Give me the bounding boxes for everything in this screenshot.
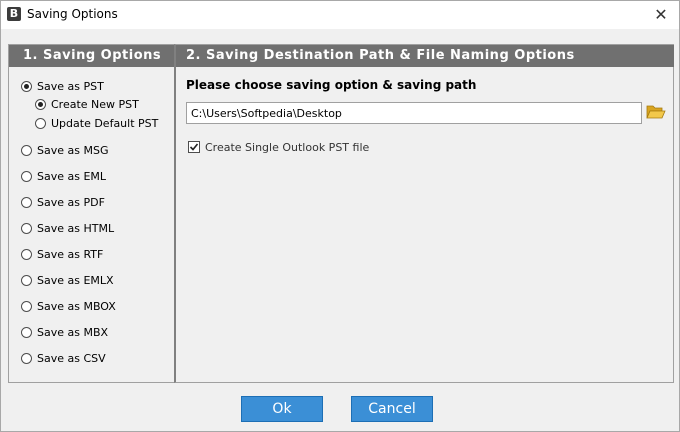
radio-save-as-msg[interactable]: Save as MSG [21,142,108,158]
radio-label: Save as RTF [37,247,104,261]
radio-update-default-pst[interactable]: Update Default PST [35,115,158,131]
radio-indicator[interactable] [21,196,32,208]
radio-indicator[interactable] [35,117,46,129]
cancel-button[interactable]: Cancel [351,396,433,422]
radio-label: Create New PST [51,97,139,111]
radio-label: Save as MBX [37,325,109,339]
saving-path-input[interactable] [186,102,642,124]
radio-indicator[interactable] [21,274,32,286]
radio-save-as-eml[interactable]: Save as EML [21,168,106,184]
radio-indicator[interactable] [21,170,32,182]
ok-button[interactable]: Ok [241,396,323,422]
close-icon: ✕ [654,5,668,24]
destination-options-panel: 2. Saving Destination Path & File Naming… [174,44,674,383]
radio-save-as-mbx[interactable]: Save as MBX [21,324,108,340]
radio-indicator[interactable] [21,144,32,156]
radio-save-as-rtf[interactable]: Save as RTF [21,246,103,262]
saving-options-panel: 1. Saving Options Save as PST Create New… [8,44,174,383]
radio-label: Save as MBOX [37,299,116,313]
radio-indicator[interactable] [21,352,32,364]
radio-indicator[interactable] [35,98,46,110]
create-single-pst-label: Create Single Outlook PST file [205,140,370,154]
create-single-pst-checkbox[interactable] [188,141,200,153]
radio-indicator[interactable] [21,248,32,260]
radio-save-as-csv[interactable]: Save as CSV [21,350,106,366]
saving-options-dialog: B Saving Options ✕ 1. Saving Options Sav… [0,0,680,432]
radio-indicator[interactable] [21,80,32,92]
radio-label: Save as HTML [37,221,115,235]
folder-open-icon[interactable] [646,103,666,121]
radio-save-as-html[interactable]: Save as HTML [21,220,114,236]
radio-indicator[interactable] [21,326,32,338]
radio-label: Save as PST [37,79,104,93]
app-logo-icon: B [7,7,21,21]
radio-label: Save as PDF [37,195,105,209]
create-single-pst-option[interactable]: Create Single Outlook PST file [188,139,369,155]
radio-save-as-pdf[interactable]: Save as PDF [21,194,105,210]
title-bar: B Saving Options ✕ [1,1,679,29]
saving-path-title: Please choose saving option & saving pat… [186,78,477,92]
app-logo-letter: B [9,7,19,20]
radio-label: Save as MSG [37,143,109,157]
radio-label: Save as CSV [37,351,106,365]
saving-options-header: 1. Saving Options [9,45,174,67]
radio-indicator[interactable] [21,222,32,234]
close-button[interactable]: ✕ [643,1,679,29]
destination-options-header: 2. Saving Destination Path & File Naming… [176,45,674,67]
radio-label: Save as EMLX [37,273,114,287]
radio-label: Update Default PST [51,116,159,130]
radio-label: Save as EML [37,169,107,183]
radio-create-new-pst[interactable]: Create New PST [35,96,139,112]
window-title: Saving Options [27,7,118,21]
radio-indicator[interactable] [21,300,32,312]
radio-save-as-mbox[interactable]: Save as MBOX [21,298,116,314]
radio-save-as-emlx[interactable]: Save as EMLX [21,272,114,288]
radio-save-as-pst[interactable]: Save as PST [21,78,104,94]
